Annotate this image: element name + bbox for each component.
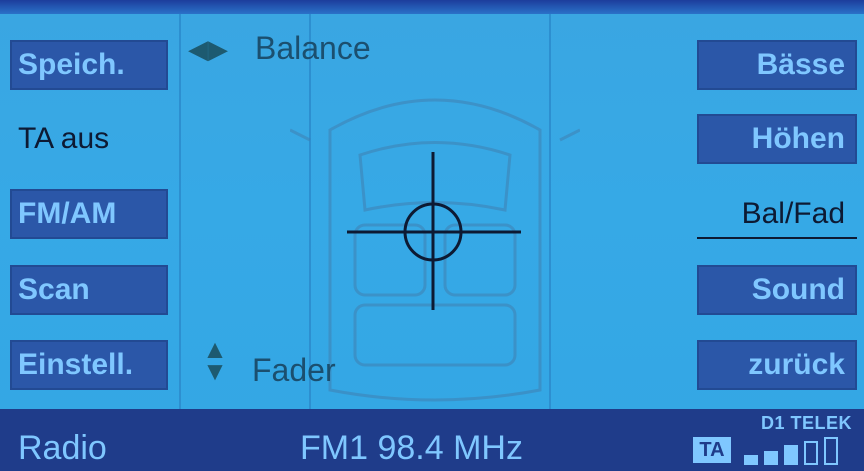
signal-bar-4	[804, 441, 818, 465]
softkey-einstell[interactable]: Einstell.	[10, 340, 168, 390]
network-name: D1 TELEK	[760, 413, 852, 433]
softkey-ta-aus[interactable]: TA aus	[10, 114, 168, 164]
source-label: Radio	[18, 429, 107, 467]
fader-label: Fader	[252, 352, 336, 388]
signal-bar-3	[784, 445, 798, 465]
station-frequency: FM1 98.4 MHz	[300, 429, 523, 467]
signal-bar-2	[764, 451, 778, 465]
signal-bar-5	[824, 437, 838, 465]
signal-bar-1	[744, 455, 758, 465]
softkey-baesse[interactable]: Bässe	[697, 40, 857, 90]
ta-badge: TA	[693, 437, 731, 463]
softkey-zurueck[interactable]: zurück	[697, 340, 857, 390]
softkey-speich[interactable]: Speich.	[10, 40, 168, 90]
softkey-sound[interactable]: Sound	[697, 265, 857, 315]
balance-label: Balance	[255, 30, 371, 66]
status-bar: Radio FM1 98.4 MHz D1 TELEK TA	[0, 409, 864, 471]
softkey-bal-fad[interactable]: Bal/Fad	[697, 189, 857, 239]
softkey-scan[interactable]: Scan	[10, 265, 168, 315]
left-right-arrows-icon: ◀▶	[188, 34, 228, 64]
signal-strength-icon	[744, 435, 854, 465]
balance-fader-crosshair[interactable]	[345, 150, 525, 314]
radio-display: Speich. TA aus FM/AM Scan Einstell. Bäss…	[0, 0, 864, 471]
softkey-fm-am[interactable]: FM/AM	[10, 189, 168, 239]
up-down-arrows-icon: ▲ ▼	[202, 334, 228, 386]
softkey-hoehen[interactable]: Höhen	[697, 114, 857, 164]
